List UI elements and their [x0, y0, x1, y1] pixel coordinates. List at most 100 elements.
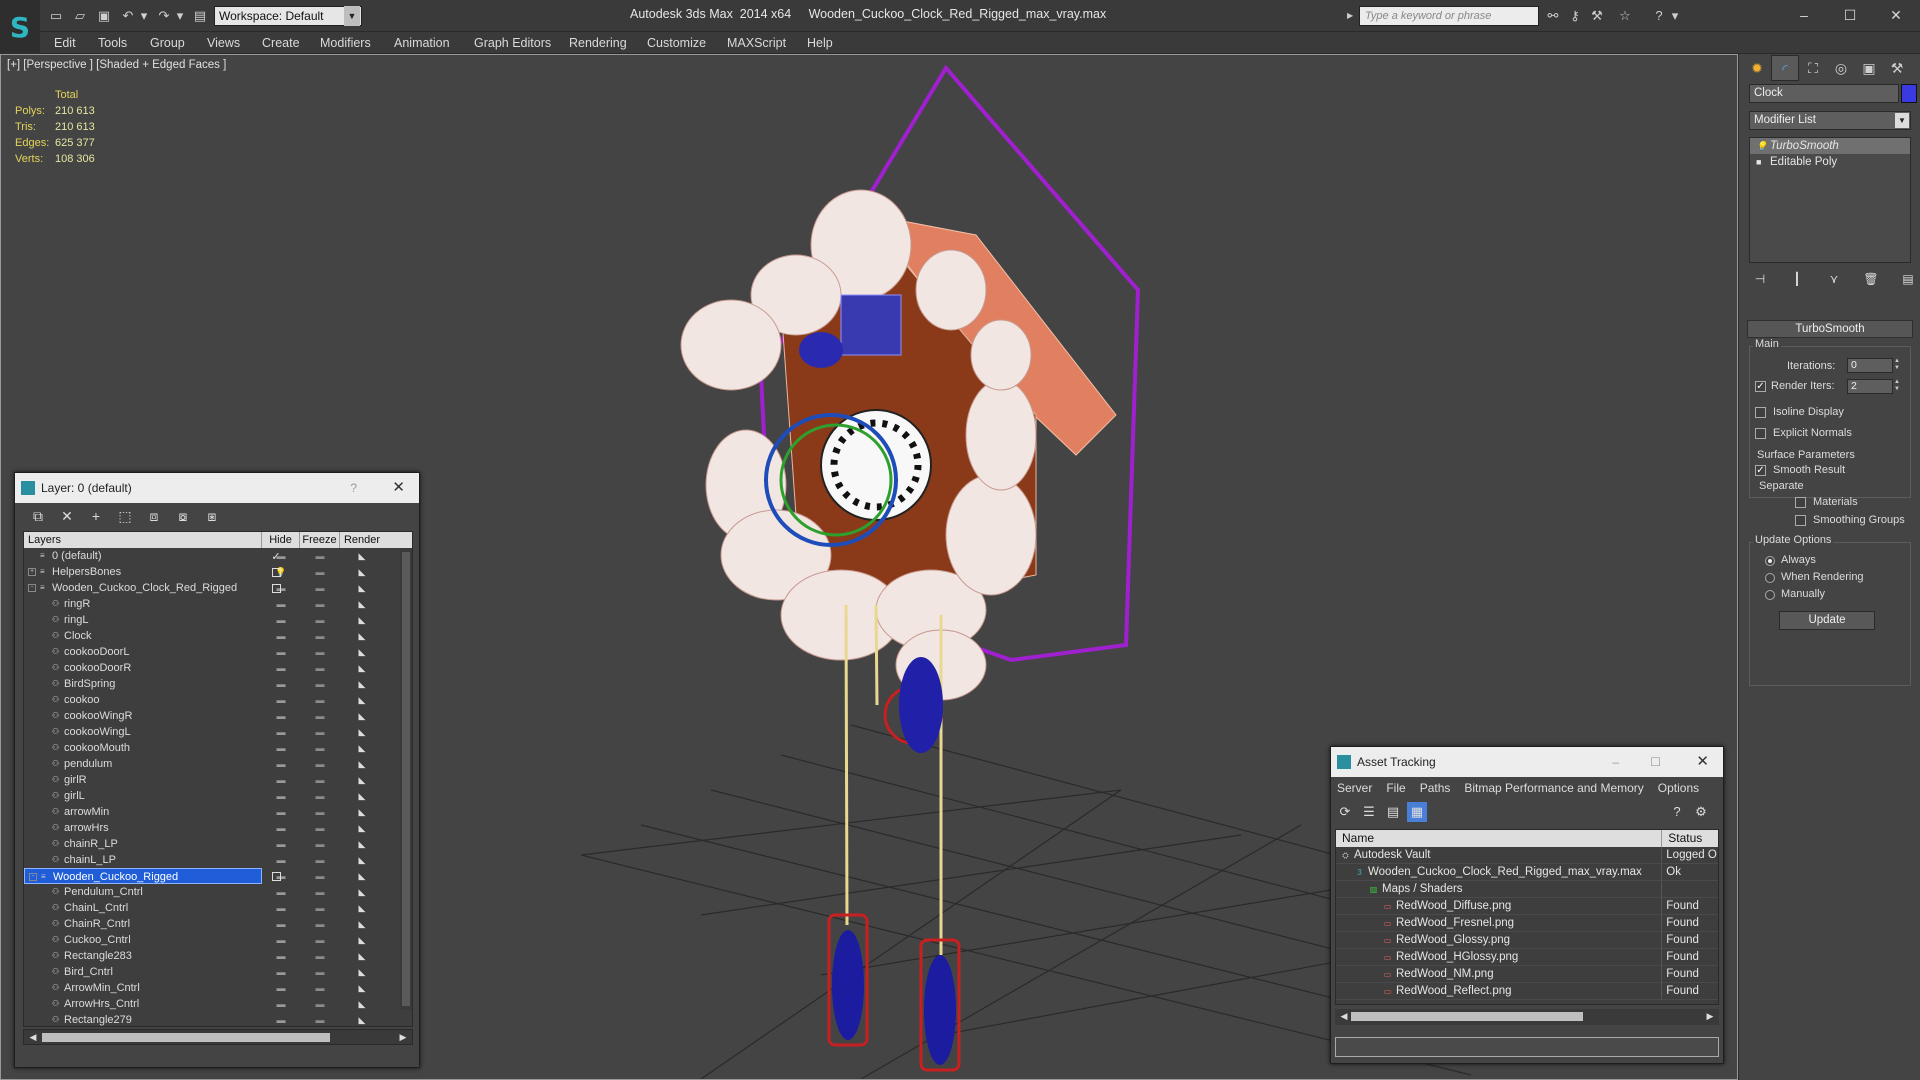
layer-row[interactable]: ⚇ BirdSpring ▬ ▬ ◣ — [24, 676, 412, 692]
hide-all-icon[interactable]: ⧇ — [172, 506, 194, 526]
app-logo[interactable]: S — [0, 0, 40, 54]
asset-dialog-titlebar[interactable]: Asset Tracking – ☐ ✕ — [1331, 747, 1723, 777]
column-header-status[interactable]: Status — [1662, 830, 1718, 847]
asset-row[interactable]: ▭ RedWood_Diffuse.png Found — [1336, 898, 1718, 915]
undo-dropdown-icon[interactable]: ▾ — [136, 8, 152, 24]
layer-row[interactable]: ≡ 0 (default) ✓ ▬ ▬ ◣ — [24, 548, 412, 564]
set-current-layer-box[interactable] — [272, 584, 281, 593]
freeze-toggle-icon[interactable]: ▬ — [300, 868, 340, 884]
show-end-result-icon[interactable]: ┃ — [1786, 268, 1808, 290]
asset-table[interactable]: Name Status ⛭ Autodesk Vault Logged O 3 Wood… — [1335, 829, 1719, 1005]
freeze-toggle-icon[interactable]: ▬ — [300, 692, 340, 708]
object-name-field[interactable]: Clock — [1749, 84, 1899, 103]
make-unique-icon[interactable]: ⋎ — [1823, 268, 1845, 290]
close-icon[interactable]: ✕ — [392, 473, 405, 503]
hide-toggle-icon[interactable]: ▬ — [262, 660, 300, 676]
layer-row[interactable]: ⚇ Clock ▬ ▬ ◣ — [24, 628, 412, 644]
set-current-layer-box[interactable] — [272, 568, 281, 577]
asset-name-cell[interactable]: ⛭ Autodesk Vault — [1336, 847, 1663, 863]
freeze-toggle-icon[interactable]: ▬ — [300, 596, 340, 612]
menu-views[interactable]: Views — [207, 36, 240, 50]
render-teapot-icon[interactable]: ◣ — [340, 708, 384, 724]
save-icon[interactable]: ▣ — [96, 8, 112, 24]
asset-row[interactable]: 3 Wooden_Cuckoo_Clock_Red_Rigged_max_vray… — [1336, 864, 1718, 881]
layer-name-cell[interactable]: ⚇ cookoo — [24, 692, 262, 708]
collapse-icon[interactable]: - — [29, 873, 37, 881]
viewport-label[interactable]: [+] [Perspective ] [Shaded + Edged Faces… — [7, 59, 226, 71]
hide-toggle-icon[interactable]: ▬ — [262, 708, 300, 724]
render-teapot-icon[interactable]: ◣ — [340, 916, 384, 932]
freeze-toggle-icon[interactable]: ▬ — [300, 708, 340, 724]
render-teapot-icon[interactable]: ◣ — [340, 964, 384, 980]
menu-customize[interactable]: Customize — [647, 36, 706, 50]
asset-row[interactable]: ▭ RedWood_NM.png Found — [1336, 966, 1718, 983]
layer-row[interactable]: ⚇ girlR ▬ ▬ ◣ — [24, 772, 412, 788]
render-teapot-icon[interactable]: ◣ — [340, 596, 384, 612]
stack-item-editable-poly[interactable]: ■ Editable Poly — [1750, 154, 1910, 170]
hide-toggle-icon[interactable]: ▬ — [262, 628, 300, 644]
render-teapot-icon[interactable]: ◣ — [340, 612, 384, 628]
modifier-stack[interactable]: 💡 TurboSmooth ■ Editable Poly — [1749, 137, 1911, 263]
layer-name-cell[interactable]: ⚇ Bird_Cntrl — [24, 964, 262, 980]
smooth-result-checkbox[interactable]: ✓ — [1755, 465, 1766, 476]
layer-name-cell[interactable]: ⚇ arrowHrs — [24, 820, 262, 836]
freeze-toggle-icon[interactable]: ▬ — [300, 772, 340, 788]
key-icon[interactable]: ⚷ — [1567, 8, 1583, 24]
hide-toggle-icon[interactable]: ▬ — [262, 836, 300, 852]
remove-modifier-icon[interactable]: 🗑 — [1860, 268, 1882, 290]
scroll-left-icon[interactable]: ◀ — [1337, 1009, 1351, 1023]
asset-menu-options[interactable]: Options — [1658, 777, 1699, 799]
maximize-icon[interactable]: ☐ — [1650, 747, 1661, 777]
menu-group[interactable]: Group — [150, 36, 185, 50]
render-teapot-icon[interactable]: ◣ — [340, 740, 384, 756]
layer-name-cell[interactable]: ⚇ ArrowHrs_Cntrl — [24, 996, 262, 1012]
freeze-toggle-icon[interactable]: ▬ — [300, 964, 340, 980]
project-folder-icon[interactable]: ▤ — [192, 8, 208, 24]
asset-name-cell[interactable]: ▭ RedWood_NM.png — [1336, 966, 1663, 982]
layer-name-cell[interactable]: ⚇ chainR_LP — [24, 836, 262, 852]
tab-hierarchy[interactable]: ⛶ — [1799, 55, 1827, 81]
table-view-icon[interactable]: ▦ — [1407, 802, 1427, 822]
freeze-toggle-icon[interactable]: ▬ — [300, 740, 340, 756]
asset-menu-paths[interactable]: Paths — [1420, 777, 1451, 799]
render-teapot-icon[interactable]: ◣ — [340, 980, 384, 996]
layer-row[interactable]: ⚇ cookooMouth ▬ ▬ ◣ — [24, 740, 412, 756]
layer-row[interactable]: ⚇ Rectangle279 ▬ ▬ ◣ — [24, 1012, 412, 1026]
asset-name-cell[interactable]: ▭ RedWood_Diffuse.png — [1336, 898, 1663, 914]
weight-right-mesh[interactable] — [924, 955, 956, 1065]
hide-toggle-icon[interactable]: ▬ — [262, 724, 300, 740]
object-color-swatch[interactable] — [1901, 84, 1917, 103]
column-header-layers[interactable]: Layers — [24, 532, 262, 548]
layer-row[interactable]: ⚇ Cuckoo_Cntrl ▬ ▬ ◣ — [24, 932, 412, 948]
layer-row[interactable]: + ≡ HelpersBones 💡 ▬ ◣ — [24, 564, 412, 580]
layer-name-cell[interactable]: ⚇ Rectangle279 — [24, 1012, 262, 1026]
layer-row[interactable]: - ≡ Wooden_Cuckoo_Clock_Red_Rigged ▬ ▬ ◣ — [24, 580, 412, 596]
set-current-layer-box[interactable] — [272, 872, 281, 881]
layer-name-cell[interactable]: ⚇ Pendulum_Cntrl — [24, 884, 262, 900]
asset-name-cell[interactable]: 3 Wooden_Cuckoo_Clock_Red_Rigged_max_vray… — [1336, 864, 1663, 880]
cuckoo-door[interactable] — [840, 294, 902, 356]
menu-help[interactable]: Help — [807, 36, 833, 50]
column-header-render[interactable]: Render — [340, 532, 384, 548]
hide-toggle-icon[interactable]: ▬ — [262, 756, 300, 772]
help-icon[interactable]: ? — [1667, 802, 1687, 822]
close-button[interactable]: ✕ — [1882, 4, 1910, 26]
layer-row[interactable]: ⚇ pendulum ▬ ▬ ◣ — [24, 756, 412, 772]
maximize-button[interactable]: ☐ — [1836, 4, 1864, 26]
render-teapot-icon[interactable]: ◣ — [340, 772, 384, 788]
render-teapot-icon[interactable]: ◣ — [340, 724, 384, 740]
hide-toggle-icon[interactable]: ▬ — [262, 804, 300, 820]
open-file-icon[interactable]: ▱ — [72, 8, 88, 24]
freeze-toggle-icon[interactable]: ▬ — [300, 980, 340, 996]
help-dropdown-icon[interactable]: ▾ — [1667, 8, 1683, 24]
freeze-toggle-icon[interactable]: ▬ — [300, 804, 340, 820]
layer-row[interactable]: ⚇ ChainL_Cntrl ▬ ▬ ◣ — [24, 900, 412, 916]
menu-edit[interactable]: Edit — [54, 36, 76, 50]
menu-graph-editors[interactable]: Graph Editors — [474, 36, 551, 50]
binoculars-icon[interactable]: ⚯ — [1545, 8, 1561, 24]
render-teapot-icon[interactable]: ◣ — [340, 932, 384, 948]
asset-name-cell[interactable]: ▭ RedWood_HGlossy.png — [1336, 949, 1663, 965]
asset-row[interactable]: ▭ RedWood_Reflect.png Found — [1336, 983, 1718, 1000]
select-objects-icon[interactable]: ⬚ — [114, 506, 136, 526]
update-button[interactable]: Update — [1779, 611, 1875, 630]
